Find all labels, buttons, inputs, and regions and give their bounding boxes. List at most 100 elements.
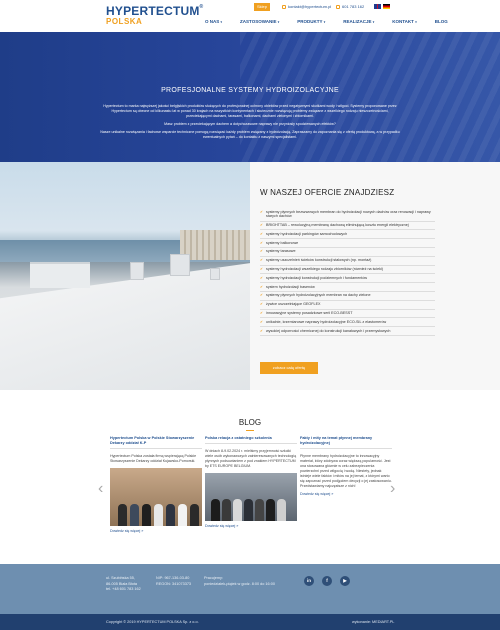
post-title[interactable]: Polska relacja z ostatniego szkolenia [205,436,297,444]
chevron-down-icon: ▾ [220,20,223,24]
phone-text: 601 783 162 [342,4,365,9]
offer-section: W NASZEJ OFERCIE ZNAJDZIESZ systemy płyn… [0,162,500,390]
offer-item: wysokiej odporności chemicznej do konstr… [260,327,435,336]
nav-label: ZASTOSOWANIE [240,19,277,24]
read-more-link[interactable]: Dowiedz się więcej » [205,524,297,528]
email-text: kontakt@hypertectum.pl [288,4,332,9]
person-shape [166,503,175,526]
email-contact[interactable]: kontakt@hypertectum.pl [282,4,331,9]
flag-uk-icon[interactable] [374,4,381,9]
flag-de-icon[interactable] [383,4,390,9]
offer-item: żywice uszczelniające GEOFLEX [260,301,435,310]
company-line: REGON: 341073373 [156,581,192,586]
chevron-down-icon: ▾ [415,20,417,24]
offer-list: systemy płynnych bezszwowych membran do … [260,208,435,336]
hero-paragraph: Masz problem z przeciekającym dachem a d… [164,122,336,126]
nav-item-about[interactable]: O NAS ▾ [196,19,231,24]
chimney-shape [130,262,144,280]
offer-item: unikalnie, krzemianowe naprawy hydroizol… [260,318,435,328]
post-excerpt: W dniach 8-9.02.2024 r. mieliśmy przyjem… [205,448,297,468]
offer-item: systemy tarasowe [260,248,435,257]
chimney-shape [210,268,220,280]
post-image[interactable] [205,472,297,521]
person-shape [222,498,231,521]
person-shape [118,503,127,526]
roof-wall-shape [30,262,90,288]
phone-contact[interactable]: 601 783 162 [336,4,364,9]
credit-link[interactable]: wykonanie: MEDIART.PL [352,614,394,630]
post-title[interactable]: Hypertectum Polska w Polskie Stowarzysze… [110,436,202,449]
person-shape [154,503,163,526]
see-offer-button[interactable]: zobacz całą ofertę [260,362,318,374]
footer-address: ul. Szubińska 55, 86-005 Biała Błota tel… [106,576,141,593]
chevron-down-icon: ▾ [323,20,326,24]
nav-item-products[interactable]: PRODUKTY ▾ [288,19,334,24]
shop-button[interactable]: Sklep [254,3,270,11]
person-shape [142,503,151,526]
site-header: HYPERTECTUM® POLSKA Sklep kontakt@hypert… [0,0,500,32]
person-shape [211,498,220,521]
post-excerpt: Hypertectum Polska została firmą wspiera… [110,453,197,463]
roof-photo [0,162,250,390]
post-image[interactable] [110,467,202,526]
post-title[interactable]: Fakty i mity na temat płynnej membrany h… [300,436,392,449]
nav-item-projects[interactable]: REALIZACJE ▾ [334,19,383,24]
blog-post[interactable]: Fakty i mity na temat płynnej membrany h… [300,436,392,496]
title-underline [246,430,254,431]
offer-item: systemy hydroizolacji wszelkiego rodzaju… [260,266,435,275]
logo-sub-text: POLSKA [106,17,143,26]
hero-paragraph: Nasze unikalne rozwiązania i fachowe wsp… [100,130,400,139]
logo-main-text: HYPERTECTUM [106,4,200,18]
hero-paragraph: Hypertectum to marka najwyższej jakości … [103,104,397,118]
offer-item: system hydroizolacji basenów [260,283,435,292]
offer-title: W NASZEJ OFERCIE ZNAJDZIESZ [260,188,395,197]
copyright-bar: Copyright © 2019 HYPERTECTUM POLSKA Sp. … [0,614,500,630]
blog-post[interactable]: Hypertectum Polska w Polskie Stowarzysze… [110,436,202,533]
read-more-link[interactable]: Dowiedz się więcej » [110,529,202,533]
offer-item: systemy płynnych bezszwowych membran do … [260,208,435,222]
social-links: in f ▶ [304,576,350,586]
nav-item-contact[interactable]: KONTAKT ▾ [383,19,425,24]
person-shape [266,498,275,521]
chimney-shape [170,254,190,276]
footer-company: NIP: 967-136-03-80 REGON: 341073373 [156,576,191,587]
offer-item: systemy hydroizolacji konstrukcji podzie… [260,274,435,284]
main-nav: O NAS ▾ ZASTOSOWANIE ▾ PRODUKTY ▾ REALIZ… [196,19,457,24]
person-shape [233,498,242,521]
site-logo[interactable]: HYPERTECTUM® POLSKA [106,5,203,26]
nav-label: KONTAKT [392,19,414,24]
offer-item: innowacyjne systemy posadzkowe serii ECO… [260,310,435,319]
company-line: NIP: 967-136-03-80 [156,576,190,580]
city-shape [180,230,250,260]
offer-item: systemy płynnych hydroizolacyjnych membr… [260,292,435,301]
person-shape [277,498,286,521]
hero-section: PROFESJONALNE SYSTEMY HYDROIZOLACYJNE Hy… [0,32,500,162]
nav-label: BLOG [434,19,448,24]
offer-item: systemy uszczelnień ścieków konstrukcji … [260,257,435,266]
read-more-link[interactable]: Dowiedz się więcej » [300,492,392,496]
blog-post[interactable]: Polska relacja z ostatniego szkolenia W … [205,436,297,528]
offer-item: systemy balkonowe [260,239,435,248]
site-footer: ul. Szubińska 55, 86-005 Biała Błota tel… [0,564,500,614]
prev-arrow-icon[interactable]: ‹ [98,480,103,498]
chevron-down-icon: ▾ [372,20,375,24]
person-shape [244,498,253,521]
linkedin-icon[interactable]: in [304,576,314,586]
phone-icon [336,4,340,9]
facebook-icon[interactable]: f [322,576,332,586]
person-shape [178,503,187,526]
mail-icon [282,4,286,9]
hero-text: Hypertectum to marka najwyższej jakości … [100,104,400,143]
hours-line: poniedziałek-piątek w godz. 8:00 do 16:0… [204,581,275,586]
language-switcher [374,4,390,9]
nav-item-blog[interactable]: BLOG [426,19,457,24]
address-line[interactable]: tel. +48 601 783 162 [106,587,141,593]
nav-label: REALIZACJE [343,19,372,24]
offer-item: BRIGHTTAB – rewolucyjną membranę dachową… [260,222,435,231]
blog-section: BLOG ‹ › Hypertectum Polska w Polskie St… [0,390,500,564]
chevron-down-icon: ▾ [277,20,280,24]
hero-title: PROFESJONALNE SYSTEMY HYDROIZOLACYJNE [161,87,339,94]
nav-item-usage[interactable]: ZASTOSOWANIE ▾ [231,19,288,24]
person-shape [190,503,199,526]
youtube-icon[interactable]: ▶ [340,576,350,586]
